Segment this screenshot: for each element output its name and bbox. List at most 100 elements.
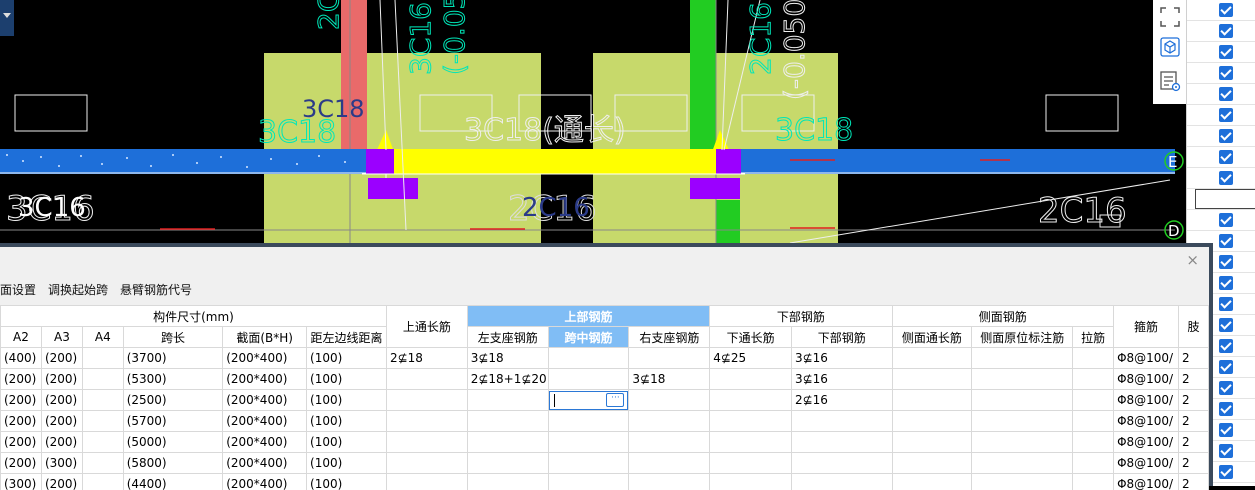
cell-mid[interactable] — [548, 348, 629, 369]
cell-tie[interactable] — [1073, 348, 1114, 369]
cell-a2[interactable]: (200) — [1, 369, 42, 390]
cell-tie[interactable] — [1073, 453, 1114, 474]
cell-btm[interactable]: 3⊈16 — [791, 369, 892, 390]
cell-left[interactable] — [467, 474, 548, 490]
cell-span[interactable]: (4400) — [123, 474, 223, 490]
cell-stir[interactable]: Φ8@100/ — [1114, 390, 1179, 411]
cell-top[interactable] — [386, 411, 467, 432]
property-checkbox[interactable] — [1219, 234, 1233, 248]
property-checkbox[interactable] — [1219, 465, 1233, 479]
property-checkbox[interactable] — [1219, 423, 1233, 437]
cell-span[interactable]: (2500) — [123, 390, 223, 411]
toolbar-cantilever-code[interactable]: 悬臂钢筋代号 — [120, 281, 192, 303]
cell-side-mark[interactable] — [972, 432, 1073, 453]
cell-a2[interactable]: (400) — [1, 348, 42, 369]
cell-a2[interactable]: (200) — [1, 390, 42, 411]
property-checkbox[interactable] — [1219, 150, 1233, 164]
cell-sec[interactable]: (200*400) — [223, 432, 307, 453]
cell-dist[interactable]: (100) — [307, 453, 387, 474]
cell-btm-long[interactable]: 4⊈25 — [710, 348, 792, 369]
cell-btm-long[interactable] — [710, 432, 792, 453]
cell-leg[interactable]: 2 — [1179, 453, 1209, 474]
cell-mid[interactable] — [548, 432, 629, 453]
cell-a4[interactable] — [82, 369, 123, 390]
cell-a4[interactable] — [82, 348, 123, 369]
cell-btm-long[interactable] — [710, 390, 792, 411]
cell-mid[interactable] — [548, 369, 629, 390]
cell-side-mark[interactable] — [972, 411, 1073, 432]
cell-btm[interactable] — [791, 432, 892, 453]
cell-tie[interactable] — [1073, 411, 1114, 432]
property-checkbox[interactable] — [1219, 66, 1233, 80]
cell-sec[interactable]: (200*400) — [223, 369, 307, 390]
cell-left[interactable] — [467, 390, 548, 411]
selected-beam-span[interactable] — [366, 149, 741, 174]
cell-stir[interactable]: Φ8@100/ — [1114, 369, 1179, 390]
cell-top[interactable]: 2⊈18 — [386, 348, 467, 369]
cell-a2[interactable]: (200) — [1, 453, 42, 474]
cell-left[interactable] — [467, 453, 548, 474]
cell-tie[interactable] — [1073, 474, 1114, 490]
cell-side-long[interactable] — [892, 411, 972, 432]
cell-right[interactable] — [629, 474, 710, 490]
cell-sec[interactable]: (200*400) — [223, 411, 307, 432]
cell-dist[interactable]: (100) — [307, 474, 387, 490]
cell-btm-long[interactable] — [710, 453, 792, 474]
cell-stir[interactable]: Φ8@100/ — [1114, 411, 1179, 432]
fullscreen-icon[interactable] — [1155, 2, 1185, 32]
cell-top[interactable] — [386, 432, 467, 453]
cell-left[interactable] — [467, 432, 548, 453]
property-checkbox[interactable] — [1219, 129, 1233, 143]
property-checkbox[interactable] — [1219, 297, 1233, 311]
cell-btm[interactable] — [791, 453, 892, 474]
cell-sec[interactable]: (200*400) — [223, 453, 307, 474]
list-view-icon[interactable] — [1155, 66, 1185, 96]
cell-leg[interactable]: 2 — [1179, 474, 1209, 490]
cell-a3[interactable]: (200) — [41, 390, 82, 411]
cell-side-mark[interactable] — [972, 369, 1073, 390]
cell-sec[interactable]: (200*400) — [223, 474, 307, 490]
property-checkbox[interactable] — [1219, 402, 1233, 416]
cell-a4[interactable] — [82, 474, 123, 490]
cell-dist[interactable]: (100) — [307, 369, 387, 390]
cell-mid[interactable] — [548, 453, 629, 474]
cell-a3[interactable]: (200) — [41, 348, 82, 369]
cell-side-long[interactable] — [892, 474, 972, 490]
cell-right[interactable] — [629, 453, 710, 474]
cell-mid[interactable] — [548, 474, 629, 490]
cell-a4[interactable] — [82, 453, 123, 474]
cell-side-mark[interactable] — [972, 474, 1073, 490]
selected-property-cell[interactable] — [1195, 189, 1255, 209]
cell-dist[interactable]: (100) — [307, 411, 387, 432]
cube-view-icon[interactable] — [1155, 32, 1185, 62]
cell-leg[interactable]: 2 — [1179, 411, 1209, 432]
cell-right[interactable] — [629, 432, 710, 453]
cell-left[interactable]: 3⊈18 — [467, 348, 548, 369]
cell-side-long[interactable] — [892, 369, 972, 390]
cell-mid[interactable]: ··· — [548, 390, 629, 411]
cell-stir[interactable]: Φ8@100/ — [1114, 474, 1179, 490]
property-checkbox[interactable] — [1219, 318, 1233, 332]
cell-side-long[interactable] — [892, 348, 972, 369]
cell-span[interactable]: (5000) — [123, 432, 223, 453]
cell-side-long[interactable] — [892, 432, 972, 453]
cell-btm-long[interactable] — [710, 474, 792, 490]
cell-span[interactable]: (5800) — [123, 453, 223, 474]
cell-stir[interactable]: Φ8@100/ — [1114, 432, 1179, 453]
cell-dist[interactable]: (100) — [307, 390, 387, 411]
cell-leg[interactable]: 2 — [1179, 432, 1209, 453]
cell-sec[interactable]: (200*400) — [223, 390, 307, 411]
cell-top[interactable] — [386, 369, 467, 390]
cell-a3[interactable]: (200) — [41, 369, 82, 390]
cell-tie[interactable] — [1073, 432, 1114, 453]
cell-dist[interactable]: (100) — [307, 432, 387, 453]
cell-stir[interactable]: Φ8@100/ — [1114, 453, 1179, 474]
cell-top[interactable] — [386, 474, 467, 490]
cell-btm-long[interactable] — [710, 411, 792, 432]
cell-a3[interactable]: (200) — [41, 411, 82, 432]
cell-side-mark[interactable] — [972, 453, 1073, 474]
cell-right[interactable] — [629, 411, 710, 432]
cell-a3[interactable]: (200) — [41, 432, 82, 453]
cell-a4[interactable] — [82, 411, 123, 432]
cell-a3[interactable]: (200) — [41, 474, 82, 490]
